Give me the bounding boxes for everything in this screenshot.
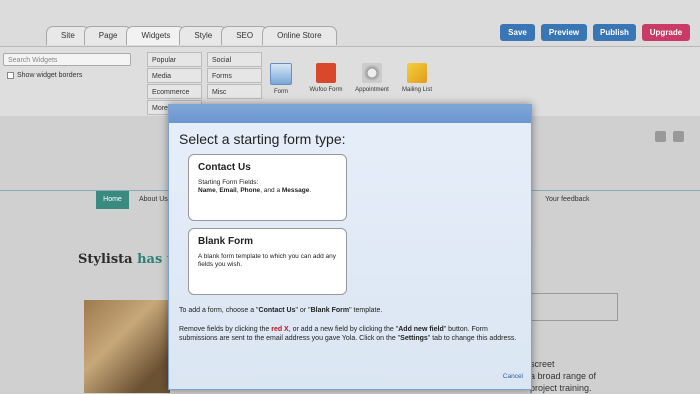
field-message: Message (281, 187, 310, 194)
widget-mailing-list-label: Mailing List (401, 87, 432, 93)
hero-photo (84, 300, 170, 393)
field-name: Name (198, 187, 216, 194)
preview-button[interactable]: Preview (541, 24, 587, 41)
sidebar-line-1: screet (530, 359, 555, 369)
fields-joiner: , and a (260, 187, 282, 194)
tab-widgets[interactable]: Widgets (126, 26, 186, 45)
contact-us-option[interactable]: Contact Us Starting Form Fields: Name, E… (188, 154, 347, 221)
blank-form-title: Blank Form (198, 236, 254, 247)
sidebar-line-2: a broad range of (530, 371, 597, 381)
nav-your-feedback[interactable]: Your feedback (545, 191, 590, 209)
category-social[interactable]: Social (207, 52, 262, 67)
upgrade-button[interactable]: Upgrade (642, 24, 690, 41)
note1-contact: Contact Us (258, 307, 296, 314)
tab-style[interactable]: Style (179, 26, 228, 45)
note2-add-field: Add new field (398, 326, 444, 333)
checkbox-icon[interactable] (7, 72, 14, 79)
category-media[interactable]: Media (147, 68, 202, 83)
tab-seo[interactable]: SEO (221, 26, 269, 45)
sidebar-text: screet a broad range of project training… (530, 358, 596, 394)
note1-blank: Blank Form (310, 307, 350, 314)
sidebar-box (530, 293, 618, 321)
field-phone: Phone (240, 187, 261, 194)
appointment-icon (362, 63, 382, 83)
tab-page[interactable]: Page (83, 26, 133, 45)
note2-red-x: red X (271, 326, 289, 333)
category-forms[interactable]: Forms (207, 68, 262, 83)
contact-us-title: Contact Us (198, 162, 251, 173)
fields-period: . (309, 187, 312, 194)
note1-part-a: To add a form, choose a " (179, 307, 259, 314)
widget-appointment[interactable]: Appointment (350, 63, 394, 93)
dialog-header-bar (169, 105, 531, 123)
editor-tabs: Site Page Widgets Style SEO Online Store (46, 26, 337, 46)
category-popular[interactable]: Popular (147, 52, 202, 67)
nav-home[interactable]: Home (96, 191, 129, 209)
contact-us-fields-heading: Starting Form Fields: (198, 179, 259, 186)
nav-about-us[interactable]: About Us (139, 191, 168, 209)
widget-form[interactable]: Form (259, 63, 303, 95)
widget-mailing-list[interactable]: Mailing List (395, 63, 439, 93)
tab-online-store[interactable]: Online Store (262, 26, 337, 45)
dialog-instructions-1: To add a form, choose a "Contact Us" or … (179, 306, 524, 315)
category-ecommerce[interactable]: Ecommerce (147, 84, 202, 99)
show-widget-borders-checkbox[interactable]: Show widget borders (7, 72, 82, 79)
blank-form-option[interactable]: Blank Form A blank form template to whic… (188, 228, 347, 295)
category-misc[interactable]: Misc (207, 84, 262, 99)
note2-part-d: " tab to change this address. (427, 335, 517, 342)
grid-icon[interactable] (655, 131, 666, 142)
publish-button[interactable]: Publish (593, 24, 636, 41)
layout-icon[interactable] (673, 131, 684, 142)
wufoo-icon (316, 63, 336, 83)
widget-wufoo-form[interactable]: Wufoo Form (304, 63, 348, 93)
note2-part-a: Remove fields by clicking the (179, 326, 272, 333)
widget-search-input[interactable]: Search Widgets (3, 53, 131, 66)
mailing-list-icon (407, 63, 427, 83)
form-icon (270, 63, 292, 85)
widget-wufoo-form-label: Wufoo Form (309, 87, 343, 93)
show-widget-borders-label: Show widget borders (17, 72, 83, 79)
contact-us-fields: Name, Email, Phone, and a Message. (198, 187, 312, 194)
dialog-title: Select a starting form type: (179, 131, 346, 147)
field-email: Email (219, 187, 237, 194)
widget-form-label: Form (274, 89, 288, 95)
brand-name: Stylista (78, 252, 133, 267)
contact-us-description: Starting Form Fields: Name, Email, Phone… (198, 179, 343, 195)
widget-appointment-label: Appointment (355, 87, 389, 93)
dialog-instructions-2: Remove fields by clicking the red X, or … (179, 325, 524, 343)
note1-part-c: " template. (349, 307, 383, 314)
save-button[interactable]: Save (500, 24, 535, 41)
blank-form-description: A blank form template to which you can a… (198, 253, 337, 268)
form-type-dialog: Select a starting form type: Contact Us … (168, 104, 532, 390)
sidebar-line-3: project training. (530, 383, 592, 393)
note2-settings: Settings (400, 335, 428, 342)
note1-part-b: " or " (295, 307, 311, 314)
note2-part-b: , or add a new field by clicking the " (288, 326, 399, 333)
cancel-link[interactable]: Cancel (503, 373, 523, 380)
